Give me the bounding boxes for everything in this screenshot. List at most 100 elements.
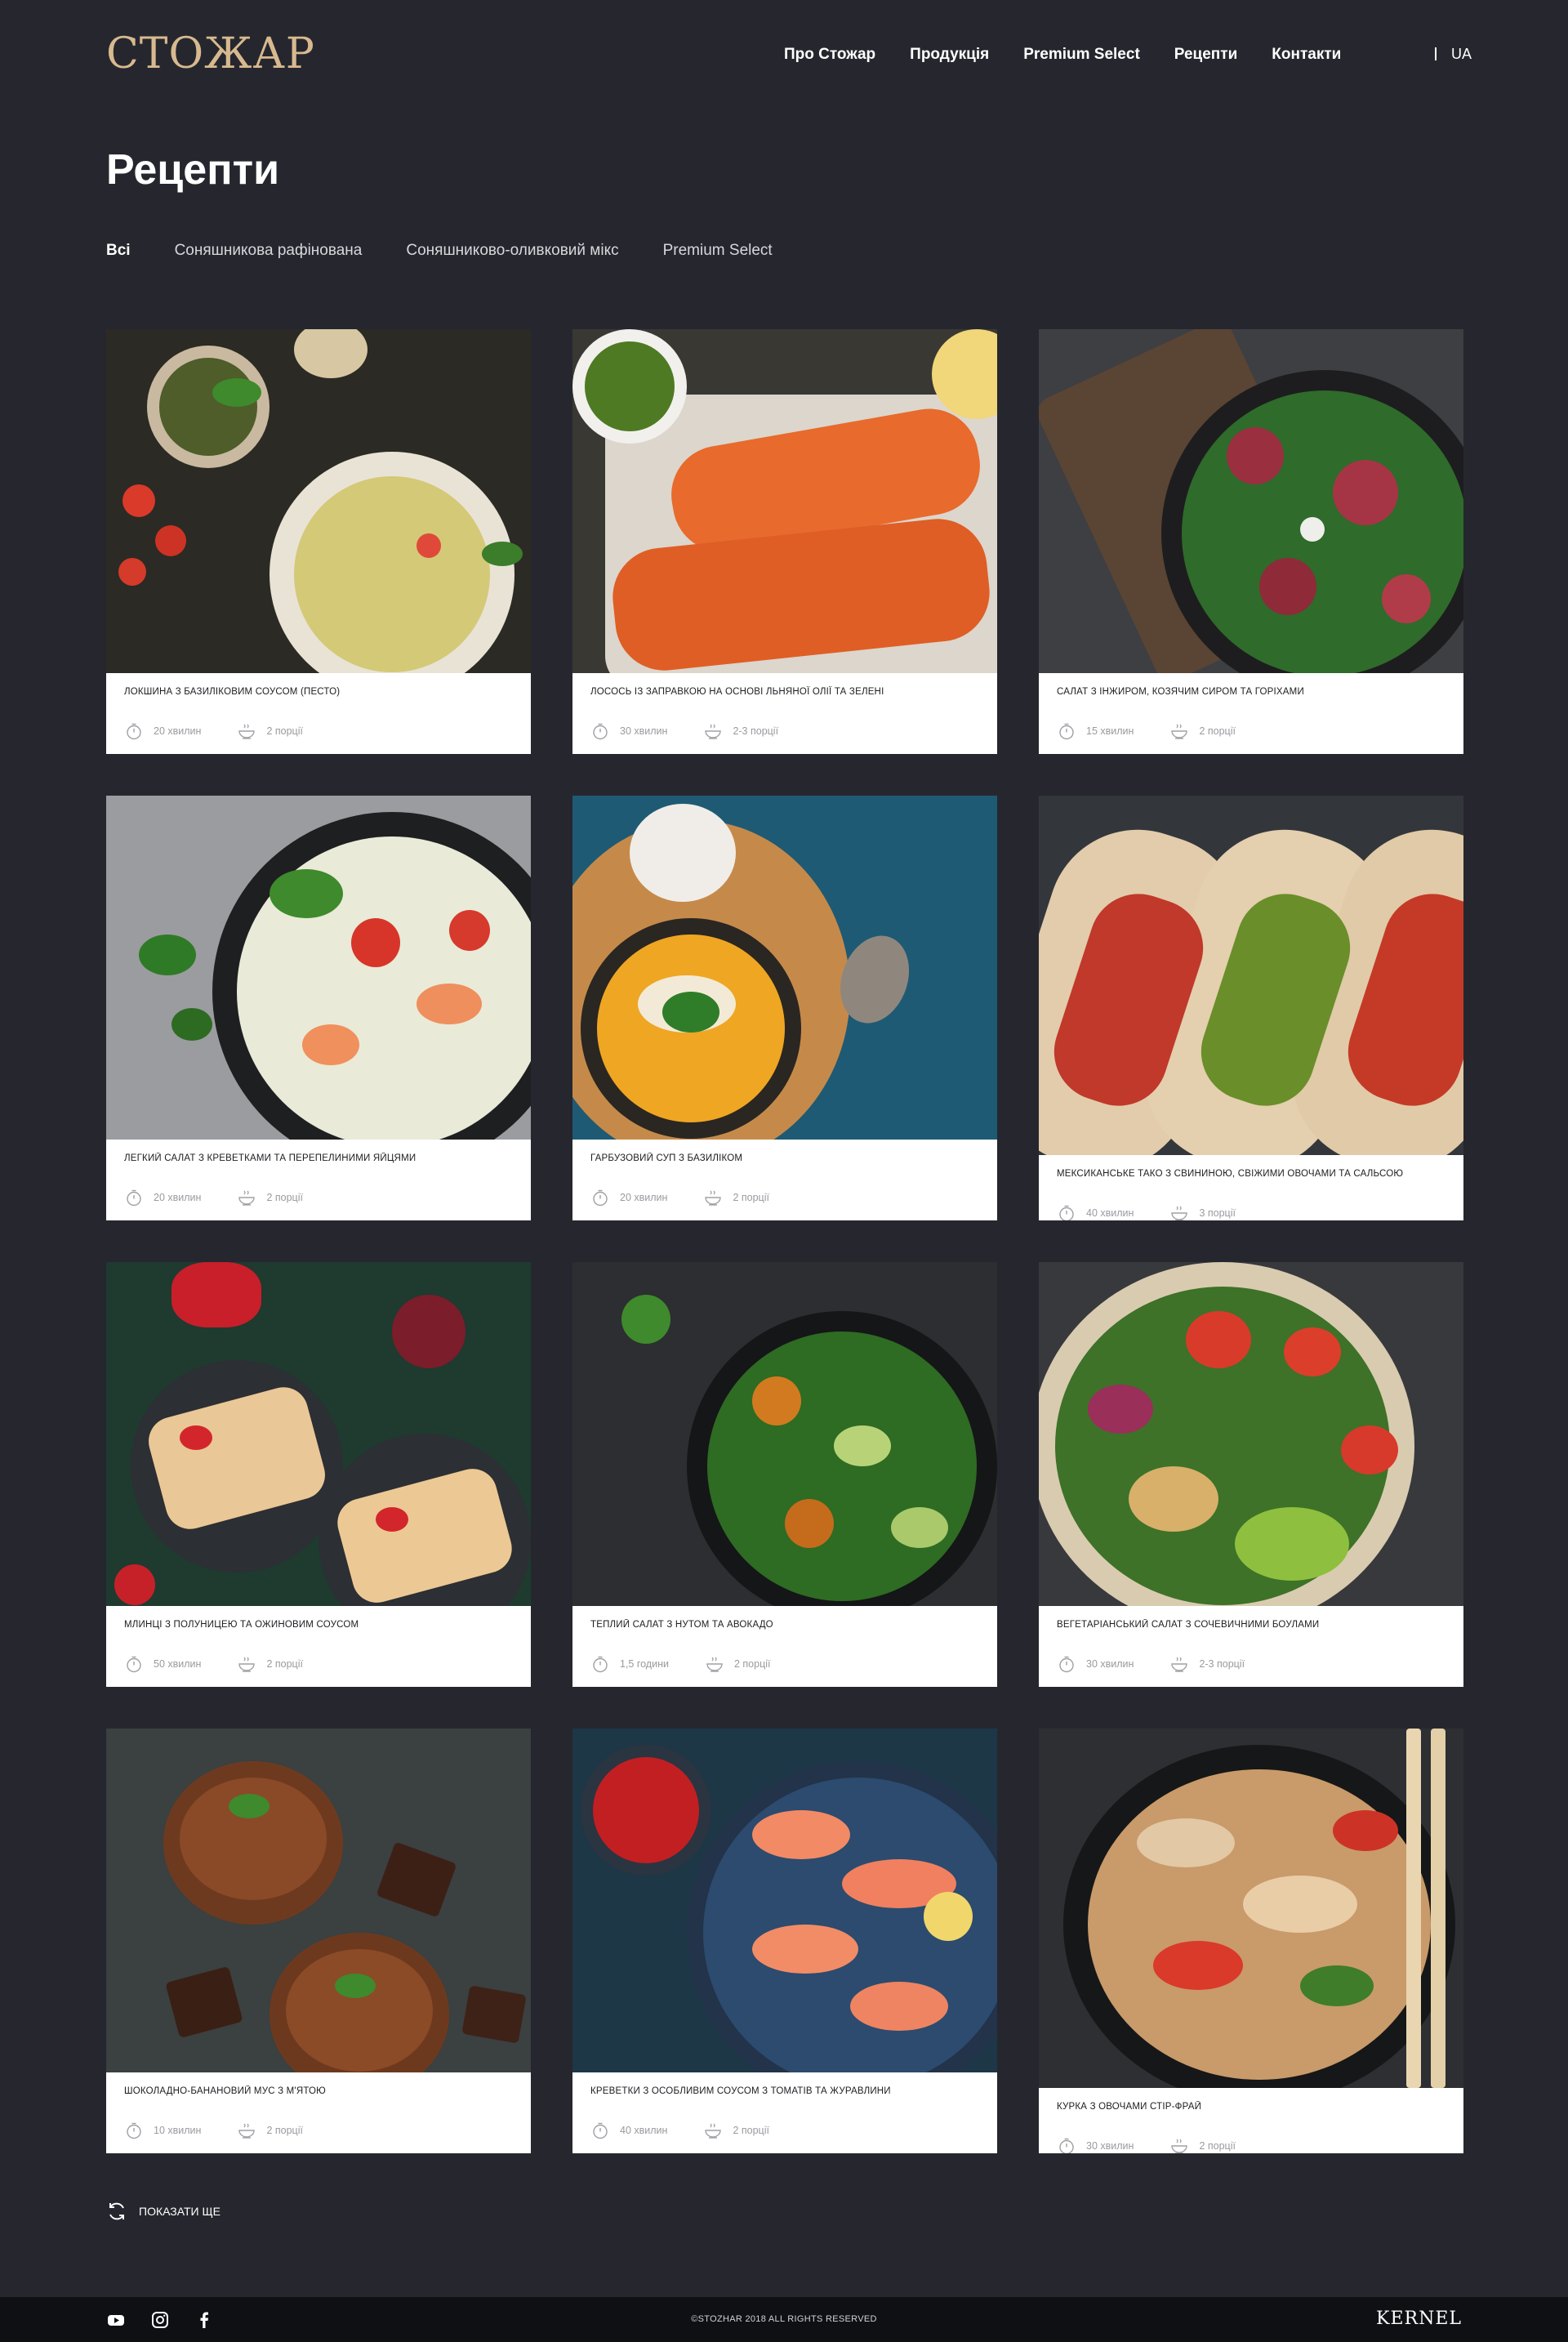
recipe-servings: 2-3 порції — [703, 722, 778, 740]
recipe-title: Креветки з особливим соусом з томатів та… — [590, 2086, 891, 2096]
logo[interactable]: СТОЖАР — [106, 29, 315, 78]
recipe-card[interactable]: Млинці з полуницею та ожиновим соусом 50… — [106, 1262, 531, 1687]
bowl-icon — [1171, 724, 1188, 739]
bowl-icon — [238, 2123, 256, 2139]
recipe-meta: 30 хвилин 2-3 порції — [1057, 1655, 1446, 1673]
bowl-icon — [1171, 2139, 1188, 2153]
recipe-card[interactable]: Салат з інжиром, козячим сиром та горіха… — [1039, 329, 1463, 754]
filter-premium-select[interactable]: Premium Select — [663, 242, 773, 260]
recipe-image — [106, 329, 531, 673]
recipe-image — [1039, 796, 1463, 1155]
bowl-icon — [705, 724, 722, 739]
stopwatch-icon — [1059, 1205, 1074, 1220]
bowl-icon — [238, 1657, 256, 1672]
stopwatch-icon — [593, 1656, 608, 1673]
nav-item-products[interactable]: Продукція — [910, 46, 989, 64]
recipe-card[interactable]: Вегетаріанський салат з сочевичними боул… — [1039, 1262, 1463, 1687]
recipe-card[interactable]: Креветки з особливим соусом з томатів та… — [572, 1729, 997, 2153]
recipe-image — [572, 1262, 997, 1606]
recipe-title: Мексиканське тако з свининою, свіжими ов… — [1057, 1169, 1404, 1179]
recipe-title: Лосось із заправкою на основі льняної ол… — [590, 687, 884, 697]
recipe-meta: 30 хвилин 2-3 порції — [590, 722, 979, 740]
recipe-servings: 2 порції — [237, 1189, 303, 1207]
stopwatch-icon — [1059, 2138, 1074, 2153]
site-footer: ©STOZHAR 2018 ALL RIGHTS RESERVED KERNEL — [0, 2297, 1568, 2342]
recipe-meta: 20 хвилин 2 порції — [124, 722, 513, 740]
recipe-title: Легкий салат з креветками та перепелиним… — [124, 1153, 416, 1163]
stopwatch-icon — [593, 2122, 608, 2139]
recipe-title: Локшина з базиліковим соусом (песто) — [124, 687, 341, 697]
recipe-time: 40 хвилин — [590, 2121, 667, 2139]
nav-item-contacts[interactable]: Контакти — [1272, 46, 1341, 64]
recipe-meta: 40 хвилин 3 порції — [1057, 1204, 1446, 1220]
copyright: ©STOZHAR 2018 ALL RIGHTS RESERVED — [691, 2314, 877, 2324]
recipe-time: 20 хвилин — [124, 722, 201, 740]
recipe-servings: 2 порції — [705, 1655, 771, 1673]
stopwatch-icon — [1059, 1656, 1074, 1673]
recipe-time: 30 хвилин — [590, 722, 667, 740]
recipe-servings: 2 порції — [237, 722, 303, 740]
stopwatch-icon — [127, 2122, 141, 2139]
bowl-icon — [705, 1190, 722, 1206]
recipe-time: 15 хвилин — [1057, 722, 1134, 740]
bowl-icon — [706, 1657, 723, 1672]
stopwatch-icon — [127, 1656, 141, 1673]
recipe-image — [106, 796, 531, 1140]
refresh-icon — [109, 2202, 124, 2220]
nav-item-premium[interactable]: Premium Select — [1023, 46, 1140, 64]
recipe-time: 30 хвилин — [1057, 1655, 1134, 1673]
recipe-servings: 3 порції — [1169, 1204, 1236, 1220]
filter-sunflower-refined[interactable]: Соняшникова рафінована — [175, 242, 363, 260]
recipe-time: 40 хвилин — [1057, 1204, 1134, 1220]
recipe-time: 20 хвилин — [590, 1189, 667, 1207]
recipe-grid: Локшина з базиліковим соусом (песто) 20 … — [106, 329, 1463, 2153]
language-label[interactable]: UA — [1451, 46, 1472, 62]
recipe-card[interactable]: Гарбузовий суп з базиліком 20 хвилин 2 п… — [572, 796, 997, 1220]
bowl-icon — [238, 724, 256, 739]
stopwatch-icon — [127, 723, 141, 740]
recipe-title: Шоколадно-банановий мус з м'ятою — [124, 2086, 327, 2096]
recipe-time: 50 хвилин — [124, 1655, 201, 1673]
recipe-image — [1039, 1729, 1463, 2088]
kernel-logo[interactable]: KERNEL — [1376, 2309, 1462, 2329]
recipe-meta: 40 хвилин 2 порції — [590, 2121, 979, 2139]
page-title: Рецепти — [106, 146, 280, 194]
filter-sunflower-olive-mix[interactable]: Соняшниково-оливковий мікс — [406, 242, 618, 260]
recipe-image — [106, 1262, 531, 1606]
stopwatch-icon — [127, 1189, 141, 1207]
recipe-servings: 2 порції — [703, 2121, 769, 2139]
recipe-servings: 2 порції — [703, 1189, 769, 1207]
recipe-image — [572, 796, 997, 1140]
show-more-button[interactable]: Показати ще — [106, 2201, 220, 2222]
bowl-icon — [705, 2123, 722, 2139]
recipe-card[interactable]: Лосось із заправкою на основі льняної ол… — [572, 329, 997, 754]
recipe-meta: 15 хвилин 2 порції — [1057, 722, 1446, 740]
stopwatch-icon — [1059, 723, 1074, 740]
recipe-title: Салат з інжиром, козячим сиром та горіха… — [1057, 687, 1304, 697]
nav-item-recipes[interactable]: Рецепти — [1174, 46, 1237, 64]
show-more-label: Показати ще — [139, 2205, 220, 2218]
stopwatch-icon — [593, 723, 608, 740]
recipe-image — [1039, 1262, 1463, 1606]
recipe-title: Теплий салат з нутом та авокадо — [590, 1620, 773, 1630]
recipe-image — [106, 1729, 531, 2072]
filter-all[interactable]: Всі — [106, 242, 131, 260]
recipe-card[interactable]: Шоколадно-банановий мус з м'ятою 10 хвил… — [106, 1729, 531, 2153]
recipe-title: Курка з овочами стір-фрай — [1057, 2102, 1202, 2112]
recipe-card[interactable]: Мексиканське тако з свининою, свіжими ов… — [1039, 796, 1463, 1220]
recipe-meta: 50 хвилин 2 порції — [124, 1655, 513, 1673]
site-header: СТОЖАР Про Стожар Продукція Premium Sele… — [0, 0, 1568, 114]
recipe-card[interactable]: Легкий салат з креветками та перепелиним… — [106, 796, 531, 1220]
nav-item-about[interactable]: Про Стожар — [784, 46, 875, 64]
recipe-meta: 20 хвилин 2 порції — [590, 1189, 979, 1207]
recipe-image — [572, 1729, 997, 2072]
recipe-card[interactable]: Теплий салат з нутом та авокадо 1,5 годи… — [572, 1262, 997, 1687]
recipe-servings: 2 порції — [237, 2121, 303, 2139]
stopwatch-icon — [593, 1189, 608, 1207]
bowl-icon — [1171, 1206, 1188, 1220]
recipe-meta: 20 хвилин 2 порції — [124, 1189, 513, 1207]
recipe-card[interactable]: Локшина з базиліковим соусом (песто) 20 … — [106, 329, 531, 754]
language-switcher[interactable]: UA — [1435, 46, 1472, 63]
recipe-card[interactable]: Курка з овочами стір-фрай 30 хвилин 2 по… — [1039, 1729, 1463, 2153]
recipe-title: Гарбузовий суп з базиліком — [590, 1153, 743, 1163]
